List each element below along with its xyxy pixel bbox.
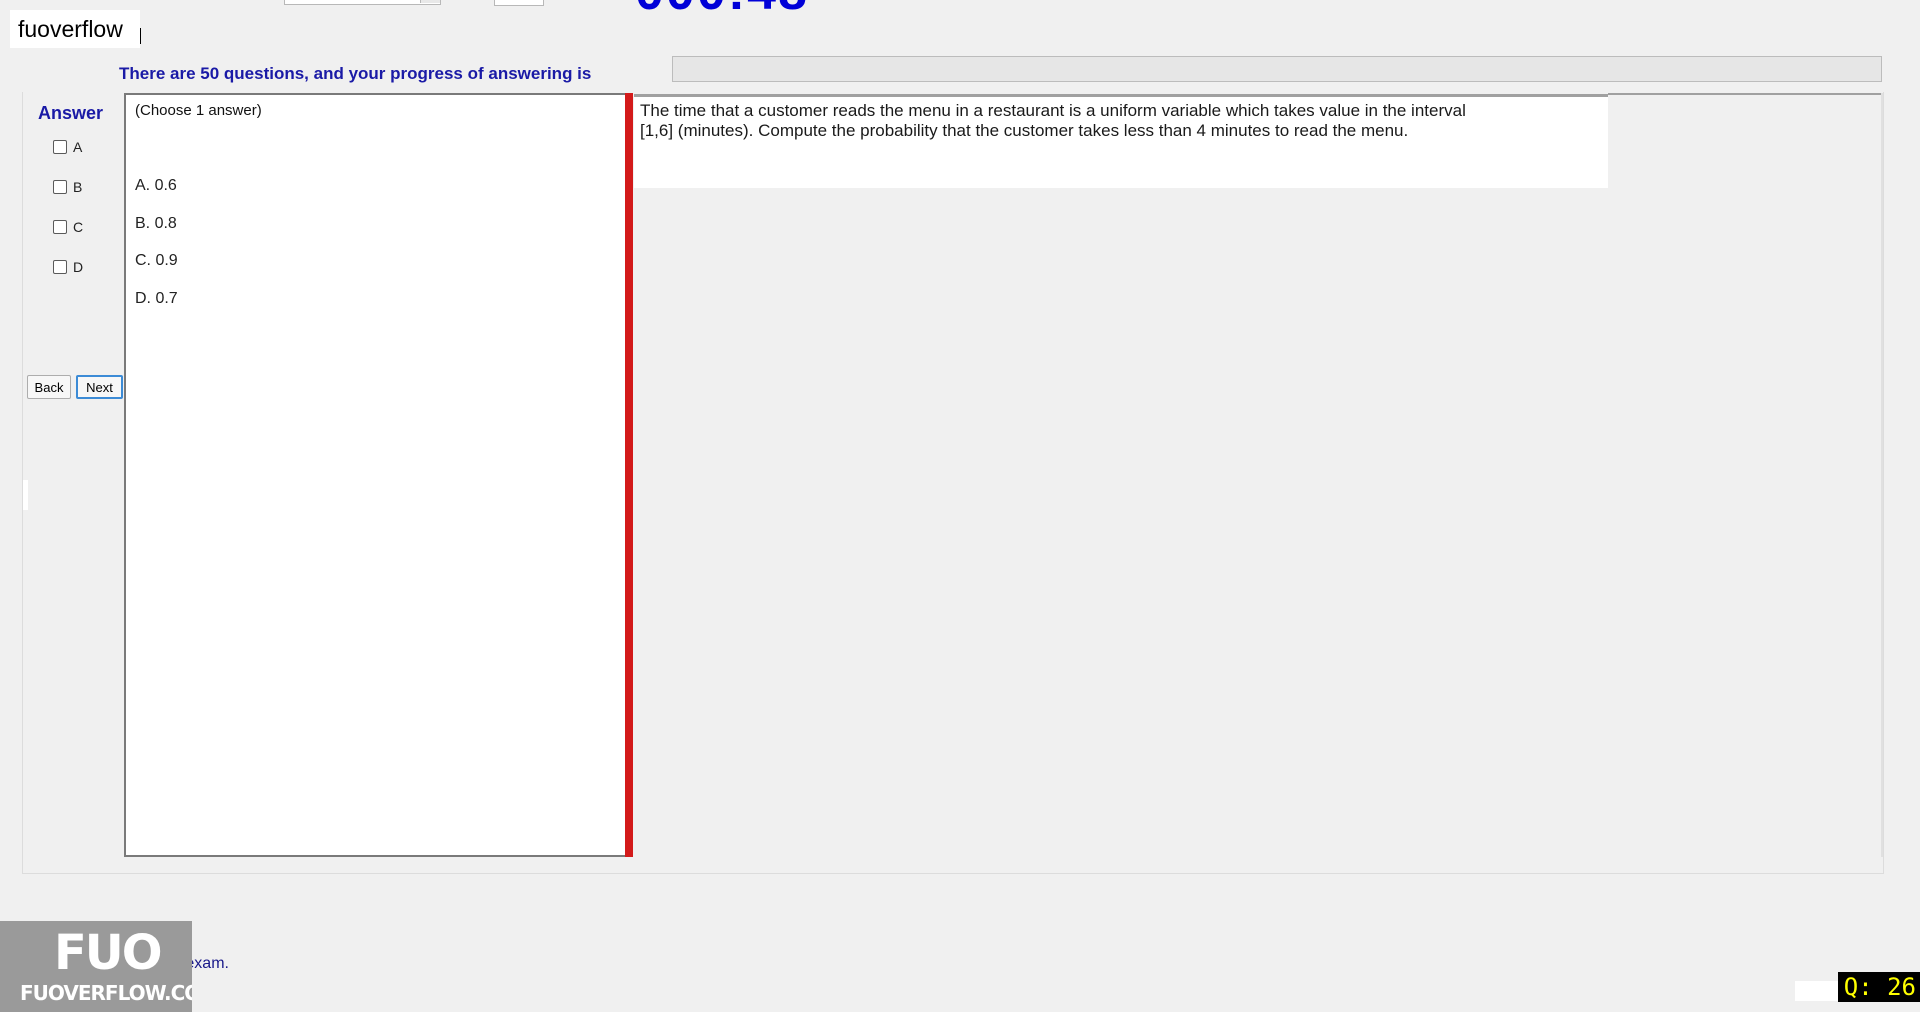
- choice-letter: D.: [135, 290, 151, 307]
- fuoverflow-logo: FUO FUOVERFLOW.COM: [0, 921, 192, 1012]
- exam-code-combobox[interactable]: [284, 0, 441, 5]
- choice-letter: B.: [135, 215, 151, 232]
- question-panel-edge: [1881, 93, 1883, 857]
- choice-letter: C.: [135, 252, 151, 269]
- question-text-box: The time that a customer reads the menu …: [634, 94, 1608, 188]
- badge-spacer: [1795, 981, 1839, 1001]
- answer-option-label: C: [73, 219, 84, 235]
- choice-letter: A.: [135, 177, 151, 194]
- choice-b: B. 0.8: [135, 215, 177, 233]
- watermark-label: fuoverflow: [10, 10, 140, 48]
- checkbox-b[interactable]: [53, 180, 67, 194]
- question-line-2: [1,6] (minutes). Compute the probability…: [640, 121, 1409, 140]
- logo-mark: FUO: [54, 925, 163, 981]
- countdown-timer: 000:48: [635, 0, 809, 18]
- checkbox-a[interactable]: [53, 140, 67, 154]
- answers-panel: [124, 93, 629, 857]
- logo-text: FUOVERFLOW.COM: [20, 981, 192, 1005]
- next-button[interactable]: Next: [76, 375, 123, 399]
- text-cursor: [140, 28, 141, 44]
- choice-value: 0.6: [154, 177, 177, 194]
- choose-instruction: (Choose 1 answer): [135, 102, 262, 119]
- question-line-1: The time that a customer reads the menu …: [640, 101, 1466, 120]
- answer-option-d[interactable]: D: [53, 257, 83, 277]
- choice-value: 0.9: [155, 252, 178, 269]
- question-number-badge: Q: 26: [1838, 972, 1920, 1002]
- checkbox-d[interactable]: [53, 260, 67, 274]
- choice-a: A. 0.6: [135, 177, 177, 195]
- combobox-dropdown-button[interactable]: [420, 0, 440, 3]
- choice-value: 0.8: [154, 215, 177, 232]
- progress-bar: [672, 56, 1882, 82]
- choice-d: D. 0.7: [135, 290, 178, 308]
- choice-value: 0.7: [155, 290, 178, 307]
- font-size-control[interactable]: [494, 0, 544, 6]
- answer-option-a[interactable]: A: [53, 137, 82, 157]
- question-panel-border: [1608, 93, 1883, 95]
- answer-heading: Answer: [38, 103, 104, 123]
- side-marker: [23, 480, 28, 510]
- answer-option-label: D: [73, 259, 84, 275]
- panel-splitter[interactable]: [625, 93, 633, 857]
- answer-option-c[interactable]: C: [53, 217, 83, 237]
- answer-option-b[interactable]: B: [53, 177, 82, 197]
- progress-description: There are 50 questions, and your progres…: [119, 64, 592, 83]
- answer-option-label: A: [73, 139, 83, 155]
- checkbox-c[interactable]: [53, 220, 67, 234]
- back-button[interactable]: Back: [27, 375, 71, 399]
- choice-c: C. 0.9: [135, 252, 178, 270]
- answer-option-label: B: [73, 179, 83, 195]
